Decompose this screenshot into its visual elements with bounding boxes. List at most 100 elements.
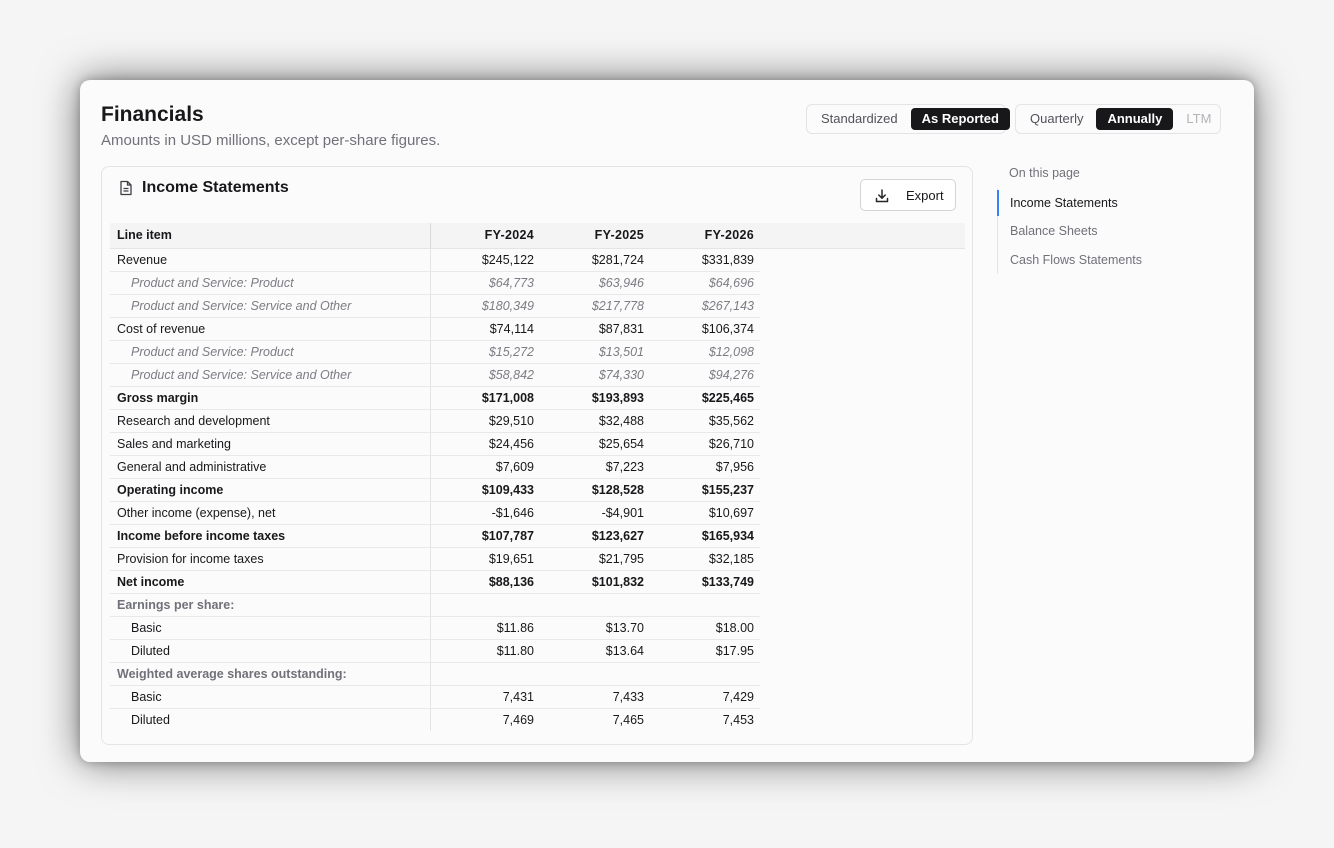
table-row: Income before income taxes $107,787 $123,6… [110, 524, 965, 548]
row-value: $12,098 [650, 340, 760, 364]
income-statements-card: Income Statements Export Line item FY-20… [101, 166, 973, 745]
row-label: Gross margin [110, 386, 431, 410]
row-label: Product and Service: Product [110, 271, 431, 295]
period-toggle: Quarterly Annually LTM [1015, 104, 1221, 134]
income-table-container: Line item FY-2024 FY-2025 FY-2026 Revenu… [110, 223, 965, 731]
table-row: Research and development $29,510 $32,488 $3… [110, 409, 965, 433]
row-value [650, 593, 760, 617]
row-value: -$1,646 [430, 501, 540, 525]
table-row: Diluted 7,469 7,465 7,453 [110, 708, 965, 731]
ltm-option[interactable]: LTM [1175, 108, 1222, 130]
row-spacer [760, 294, 965, 317]
row-label: Product and Service: Service and Other [110, 363, 431, 387]
row-spacer [760, 317, 965, 340]
row-label: Diluted [110, 708, 431, 731]
row-value: $19,651 [430, 547, 540, 571]
row-value: $281,724 [540, 248, 650, 272]
row-label: Operating income [110, 478, 431, 502]
row-label: Cost of revenue [110, 317, 431, 341]
row-value [540, 662, 650, 686]
row-spacer [760, 386, 965, 409]
row-value: $267,143 [650, 294, 760, 318]
row-spacer [760, 432, 965, 455]
row-value [430, 593, 540, 617]
basis-toggle: Standardized As Reported [806, 104, 1010, 134]
row-value: $24,456 [430, 432, 540, 456]
row-label: Sales and marketing [110, 432, 431, 456]
table-row: Product and Service: Product $15,272 $13,5… [110, 340, 965, 364]
row-label: Diluted [110, 639, 431, 663]
quarterly-option[interactable]: Quarterly [1019, 108, 1094, 130]
row-spacer [760, 478, 965, 501]
row-spacer [760, 248, 965, 271]
row-spacer [760, 639, 965, 662]
row-label: Basic [110, 616, 431, 640]
table-row: Earnings per share: [110, 593, 965, 617]
table-row: Provision for income taxes $19,651 $21,795… [110, 547, 965, 571]
table-row: General and administrative $7,609 $7,223 $7… [110, 455, 965, 479]
row-value: $107,787 [430, 524, 540, 548]
row-spacer [760, 455, 965, 478]
financials-window: Financials Amounts in USD millions, exce… [80, 80, 1254, 762]
row-value: $74,114 [430, 317, 540, 341]
table-row: Diluted $11.80 $13.64 $17.95 [110, 639, 965, 663]
row-value: $13.70 [540, 616, 650, 640]
table-header-row: Line item FY-2024 FY-2025 FY-2026 [110, 223, 965, 249]
row-value: $21,795 [540, 547, 650, 571]
table-row: Basic $11.86 $13.70 $18.00 [110, 616, 965, 640]
toc-item-balance-sheets[interactable]: Balance Sheets [997, 218, 1177, 244]
row-value: $217,778 [540, 294, 650, 318]
row-value: $58,842 [430, 363, 540, 387]
row-value: $171,008 [430, 386, 540, 410]
row-spacer [760, 271, 965, 294]
row-spacer [760, 570, 965, 593]
toc-heading: On this page [1009, 166, 1080, 180]
row-value: 7,453 [722, 712, 754, 727]
row-value: $155,237 [650, 478, 760, 502]
table-row: Other income (expense), net -$1,646 -$4,90… [110, 501, 965, 525]
row-value: 7,469 [502, 712, 534, 727]
row-spacer [760, 616, 965, 639]
row-value: 7,465 [612, 712, 644, 727]
as-reported-option[interactable]: As Reported [910, 108, 1010, 130]
page-title: Financials [101, 103, 204, 126]
download-icon [875, 189, 889, 203]
row-spacer [760, 363, 965, 386]
table-row: Product and Service: Product $64,773 $63,9… [110, 271, 965, 295]
standardized-option[interactable]: Standardized [810, 108, 909, 130]
row-value: $32,488 [540, 409, 650, 433]
row-value: $123,627 [540, 524, 650, 548]
row-value: $180,349 [430, 294, 540, 318]
column-header[interactable]: Line item [110, 223, 431, 249]
row-value: $11.80 [430, 639, 540, 663]
toc-item-cash-flows[interactable]: Cash Flows Statements [997, 247, 1177, 273]
row-value: $35,562 [650, 409, 760, 433]
row-value: $94,276 [650, 363, 760, 387]
row-value: $63,946 [540, 271, 650, 295]
row-label: Net income [110, 570, 431, 594]
row-label: General and administrative [110, 455, 431, 479]
row-value: $64,696 [650, 271, 760, 295]
column-header[interactable]: FY-2025 [540, 223, 650, 249]
toc-item-income-statements[interactable]: Income Statements [997, 190, 1177, 216]
row-value: $133,749 [650, 570, 760, 594]
document-icon [120, 180, 132, 196]
row-spacer [760, 547, 965, 570]
row-label: Provision for income taxes [110, 547, 431, 571]
table-row: Revenue $245,122 $281,724 $331,839 [110, 248, 965, 272]
table-row: Net income $88,136 $101,832 $133,749 [110, 570, 965, 594]
row-value: $245,122 [430, 248, 540, 272]
row-value: $331,839 [650, 248, 760, 272]
column-header[interactable]: FY-2026 [650, 223, 760, 249]
annually-option[interactable]: Annually [1096, 108, 1174, 130]
export-button[interactable]: Export [860, 179, 956, 211]
income-statement-table: Line item FY-2024 FY-2025 FY-2026 Revenu… [110, 223, 965, 731]
row-value: $29,510 [430, 409, 540, 433]
row-spacer [760, 501, 965, 524]
row-spacer [760, 593, 965, 616]
row-value: $165,934 [650, 524, 760, 548]
row-value: $26,710 [650, 432, 760, 456]
row-spacer [760, 524, 965, 547]
row-value: $106,374 [650, 317, 760, 341]
column-header[interactable]: FY-2024 [430, 223, 540, 249]
